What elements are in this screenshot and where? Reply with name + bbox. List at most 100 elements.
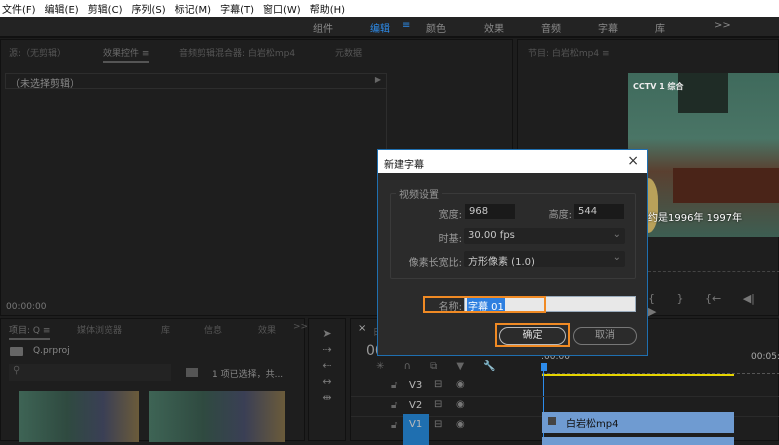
- sync-icon[interactable]: ⊟: [434, 419, 442, 430]
- eye-icon[interactable]: ◉: [456, 399, 465, 410]
- play-arrow-icon[interactable]: ▶: [375, 75, 381, 84]
- linked-selection-icon[interactable]: ⧉: [430, 361, 437, 372]
- cancel-button[interactable]: 取消: [573, 327, 637, 345]
- chevron-down-icon: ⌄: [612, 252, 621, 263]
- timebase-value: 30.00 fps: [468, 230, 515, 241]
- playhead[interactable]: [541, 363, 547, 371]
- program-title[interactable]: 节目: 白岩松mp4 ≡: [528, 46, 610, 59]
- tab-label: 项目: Q: [9, 326, 40, 336]
- sync-icon[interactable]: ⊟: [434, 399, 442, 410]
- menu-bar: 文件(F) 编辑(E) 剪辑(C) 序列(S) 标记(M) 字幕(T) 窗口(W…: [0, 0, 779, 17]
- track-select-tool-icon[interactable]: ⇢: [309, 343, 345, 356]
- tab-source[interactable]: 源:（无剪辑）: [9, 46, 66, 59]
- bin-icon[interactable]: [186, 368, 198, 377]
- menu-icon[interactable]: ≡: [402, 20, 410, 31]
- group-label: 视频设置: [396, 186, 442, 201]
- marker-icon[interactable]: ▼: [456, 361, 464, 372]
- eye-icon[interactable]: ◉: [456, 379, 465, 390]
- clip-thumbnail[interactable]: [149, 391, 285, 442]
- project-file-name: Q.prproj: [33, 346, 70, 356]
- tab-metadata[interactable]: 元数据: [335, 46, 362, 59]
- sync-icon[interactable]: ⊟: [434, 379, 442, 390]
- tab-project[interactable]: 项目: Q ≡: [9, 323, 51, 340]
- track-label[interactable]: V3: [409, 380, 422, 391]
- wrench-icon[interactable]: 🔧: [483, 361, 495, 372]
- tab-audio-clip-mixer[interactable]: 音频剪辑混合器: 白岩松mp4: [179, 46, 295, 59]
- program-title-text: 节目: 白岩松mp4: [528, 49, 600, 59]
- workspace-assembly[interactable]: 组件: [313, 20, 333, 35]
- go-to-in-icon[interactable]: {←: [705, 292, 721, 305]
- workspace-color[interactable]: 颜色: [426, 20, 446, 35]
- track-v1: 🔓︎ V1 ⊟ ◉ 白岩松mp4: [351, 412, 779, 437]
- menu-sequence[interactable]: 序列(S): [131, 1, 165, 16]
- track-label[interactable]: V1: [403, 414, 429, 437]
- audio-clip[interactable]: [542, 437, 734, 445]
- work-area-bar[interactable]: [542, 374, 734, 376]
- snap-magnet-icon[interactable]: ∩: [404, 361, 411, 372]
- dialog-title: 新建字幕: [384, 160, 424, 171]
- clip-name: 白岩松mp4: [566, 419, 619, 430]
- eye-icon[interactable]: ◉: [456, 419, 465, 430]
- folder-icon: [10, 347, 23, 356]
- workspace-editing[interactable]: 编辑: [370, 20, 390, 35]
- rolling-edit-tool-icon[interactable]: ↔: [309, 375, 345, 388]
- timeline-tools: ✳ ∩ ⧉ ▼ 🔧: [376, 361, 496, 372]
- mark-out-icon[interactable]: }: [677, 292, 684, 305]
- workspace-bar: 组件 编辑 ≡ 颜色 效果 音频 字幕 库 >>: [0, 17, 779, 38]
- tab-effect-controls[interactable]: 效果控件 ≡: [103, 46, 150, 63]
- menu-edit[interactable]: 编辑(E): [45, 1, 79, 16]
- workspace-more-button[interactable]: >>: [714, 20, 731, 31]
- tab-libraries[interactable]: 库: [161, 323, 170, 336]
- width-label: 宽度:: [438, 210, 462, 221]
- menu-help[interactable]: 帮助(H): [310, 1, 345, 16]
- ruler-mark-label: 00:05:0: [751, 352, 779, 362]
- lock-icon[interactable]: 🔓︎: [391, 400, 397, 411]
- workspace-titles[interactable]: 字幕: [598, 20, 618, 35]
- desk: [673, 168, 779, 203]
- workspace-audio[interactable]: 音频: [541, 20, 561, 35]
- pixel-aspect-value: 方形像素 (1.0): [468, 257, 535, 268]
- selection-status: 1 项已选择，共...: [212, 370, 284, 380]
- lock-icon[interactable]: 🔓︎: [391, 420, 397, 431]
- track-label[interactable]: V2: [409, 400, 422, 411]
- menu-marker[interactable]: 标记(M): [175, 1, 211, 16]
- ripple-edit-tool-icon[interactable]: ⇠: [309, 359, 345, 372]
- close-icon[interactable]: ×: [627, 153, 639, 169]
- timebase-label: 时基:: [438, 234, 462, 245]
- program-ruler[interactable]: [648, 266, 779, 272]
- track-v3: 🔓︎ V3 ⊟ ◉: [351, 377, 779, 397]
- workspace-effects[interactable]: 效果: [484, 20, 504, 35]
- more-tabs-button[interactable]: >>: [293, 322, 308, 332]
- search-icon: ⚲: [13, 365, 21, 376]
- video-frame: CCTV 1 综合 大约是1996年 1997年: [628, 73, 779, 237]
- rate-stretch-tool-icon[interactable]: ⇹: [309, 391, 345, 404]
- menu-file[interactable]: 文件(F): [2, 1, 36, 16]
- selection-tool-icon[interactable]: ➤: [309, 327, 345, 340]
- tab-media-browser[interactable]: 媒体浏览器: [77, 323, 122, 336]
- bookshelf: [678, 73, 728, 113]
- height-input[interactable]: 544: [574, 204, 624, 219]
- track-a1-target[interactable]: [403, 437, 429, 445]
- ok-button[interactable]: 确定: [499, 327, 566, 345]
- menu-clip[interactable]: 剪辑(C): [88, 1, 123, 16]
- menu-window[interactable]: 窗口(W): [263, 1, 301, 16]
- lock-icon[interactable]: 🔓︎: [391, 380, 397, 391]
- timebase-select[interactable]: 30.00 fps ⌄: [464, 228, 625, 244]
- clip-thumbnail[interactable]: [19, 391, 139, 442]
- project-panel: 项目: Q ≡ 媒体浏览器 库 信息 效果 >> Q.prproj ⚲ 1 项已…: [0, 318, 308, 442]
- play-icon[interactable]: ▶: [648, 305, 656, 318]
- menu-title[interactable]: 字幕(T): [220, 1, 254, 16]
- tab-info[interactable]: 信息: [204, 323, 222, 336]
- width-input[interactable]: 968: [465, 204, 515, 219]
- close-sequence-button[interactable]: ×: [358, 323, 366, 334]
- tab-effects[interactable]: 效果: [258, 323, 276, 336]
- workspace-libraries[interactable]: 库: [655, 20, 665, 35]
- mark-in-icon[interactable]: {: [648, 292, 655, 305]
- pixel-aspect-select[interactable]: 方形像素 (1.0) ⌄: [464, 251, 625, 268]
- video-clip[interactable]: 白岩松mp4: [542, 412, 734, 433]
- search-input[interactable]: ⚲: [9, 364, 171, 381]
- time-ruler[interactable]: [542, 366, 779, 374]
- nest-icon[interactable]: ✳: [376, 361, 384, 372]
- step-back-icon[interactable]: ◀|: [743, 292, 755, 305]
- new-title-dialog: 新建字幕 × 视频设置 宽度: 968 高度: 544 时基: 30.00 fp…: [377, 149, 648, 356]
